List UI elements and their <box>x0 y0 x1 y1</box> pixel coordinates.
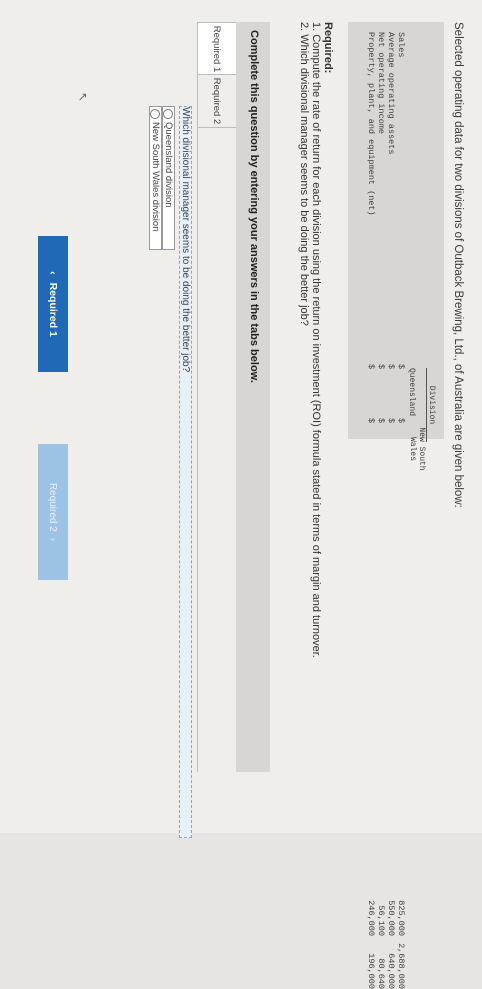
prev-required-1-button[interactable]: ‹ Required 1 <box>38 236 68 372</box>
page: Selected operating data for two division… <box>0 0 482 989</box>
table-row: Average operating assets $ 550,000 $ 640… <box>386 32 396 989</box>
required-title: Required: <box>322 22 334 74</box>
option-new-south-wales[interactable]: New South Wales division <box>149 106 162 250</box>
required-section: Required: 1. Compute the rate of return … <box>298 22 334 658</box>
option-queensland[interactable]: Queensland division <box>162 106 175 250</box>
table-row: Net operating income $ 56,100 $ 80,640 <box>376 32 386 989</box>
tab-required-2[interactable]: Required 2 <box>197 74 236 128</box>
chevron-left-icon: ‹ <box>47 271 59 275</box>
next-required-2-button[interactable]: Required 2 › <box>38 444 68 580</box>
required-item-1: 1. Compute the rate of return for each d… <box>310 22 322 658</box>
intro-text: Selected operating data for two division… <box>452 22 464 508</box>
instruction-panel: Complete this question by entering your … <box>236 22 270 772</box>
division-header: Division <box>426 368 436 442</box>
table-row: Sales $ 825,000 $ 2,688,000 <box>396 32 406 989</box>
chevron-right-icon: › <box>47 537 59 542</box>
radio-icon[interactable] <box>150 109 161 119</box>
radio-icon[interactable] <box>163 109 174 119</box>
col-header-nsw: New South Wales <box>408 427 426 471</box>
question-text: Which divisional manager seems to be doi… <box>179 106 192 838</box>
required-item-2: 2. Which divisional manager seems to be … <box>298 22 310 326</box>
instruction-text: Complete this question by entering your … <box>248 30 260 383</box>
table-row: Property, plant, and equipment (net) $ 2… <box>366 32 376 989</box>
data-table-panel: Division New South Wales Queensland Sale… <box>348 22 444 989</box>
col-header-queensland: Queensland <box>407 368 416 417</box>
mouse-cursor-icon: ↖ <box>76 92 90 103</box>
tab-required-1[interactable]: Required 1 <box>197 22 236 76</box>
